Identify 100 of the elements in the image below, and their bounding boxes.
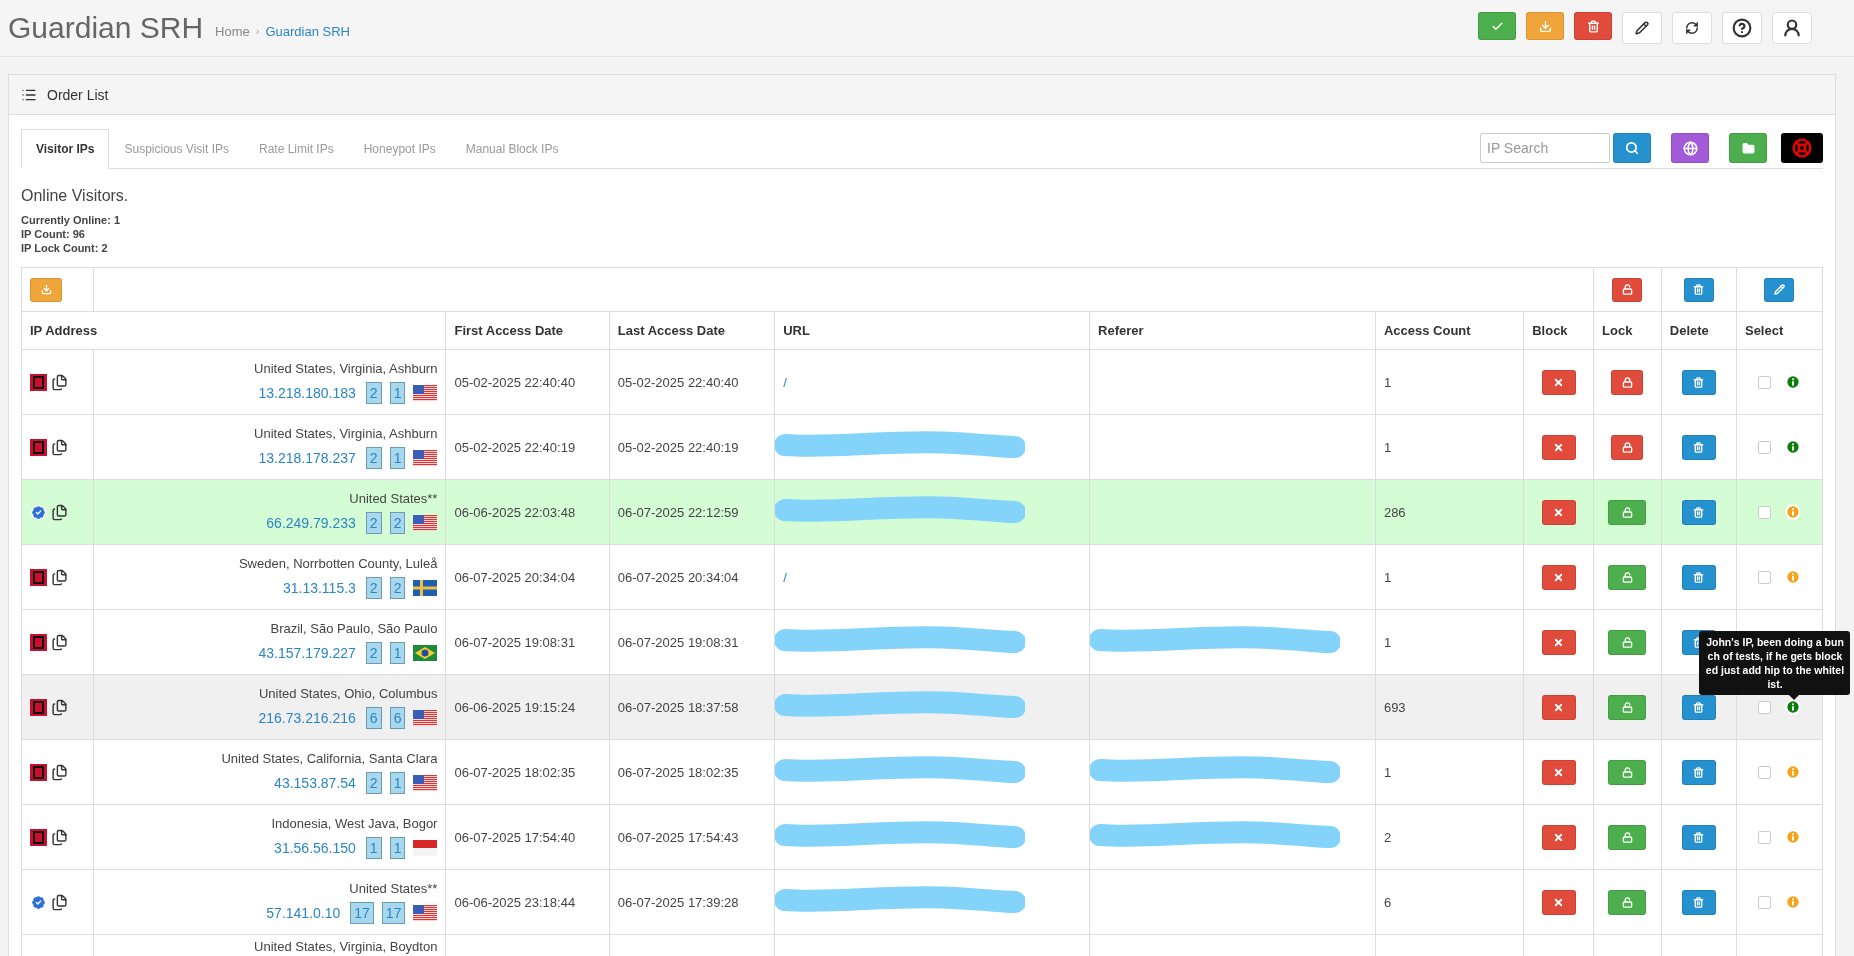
tab[interactable]: Visitor IPs — [21, 129, 110, 169]
select-checkbox[interactable] — [1758, 895, 1771, 909]
unlocked-button[interactable] — [1608, 759, 1647, 785]
x-icon — [1553, 636, 1565, 648]
column-header: Select — [1736, 311, 1823, 350]
folder-button[interactable] — [1729, 133, 1767, 163]
unlocked-button[interactable] — [1608, 564, 1647, 590]
copy-icon[interactable] — [51, 633, 68, 651]
unlock-all-button[interactable] — [1612, 277, 1643, 302]
table-cell: 06-07-2025 17:39:28 — [617, 894, 739, 910]
select-checkbox[interactable] — [1758, 505, 1771, 519]
unlocked-button[interactable] — [1608, 694, 1647, 720]
x-icon — [1553, 506, 1565, 518]
table-cell: 693 — [1383, 699, 1406, 715]
select-checkbox[interactable] — [1758, 765, 1771, 779]
blocked-icon — [30, 828, 47, 846]
table-cell: 286 — [1383, 504, 1406, 520]
block-button[interactable] — [1541, 564, 1576, 590]
select-checkbox[interactable] — [1758, 440, 1771, 454]
blocked-icon — [30, 698, 47, 716]
tab[interactable]: Rate Limit IPs — [244, 129, 349, 169]
block-button[interactable] — [1541, 369, 1576, 395]
block-button[interactable] — [1541, 499, 1576, 525]
column-header: Referer — [1089, 311, 1376, 350]
delete-selected-button[interactable] — [1683, 277, 1714, 302]
select-checkbox[interactable] — [1758, 570, 1771, 584]
ip-link[interactable]: 31.13.115.3 — [282, 579, 356, 596]
lock-icon — [1621, 441, 1633, 453]
block-button[interactable] — [1541, 889, 1576, 915]
table-cell: 06-07-2025 19:08:31 — [617, 634, 739, 650]
unlocked-button[interactable] — [1608, 824, 1647, 850]
unlocked-button[interactable] — [1608, 889, 1647, 915]
ip-link[interactable]: 43.157.179.227 — [258, 644, 356, 661]
locked-button[interactable] — [1611, 434, 1644, 460]
block-button[interactable] — [1541, 434, 1576, 460]
table-cell: 1 — [1383, 439, 1392, 455]
locked-button[interactable] — [1611, 369, 1644, 395]
tab[interactable]: Honeypot IPs — [348, 129, 451, 169]
check-button[interactable] — [1478, 12, 1516, 40]
table-cell: 06-06-2025 23:18:44 — [454, 894, 576, 910]
trash-icon — [1693, 766, 1705, 778]
url-link[interactable]: / — [783, 374, 787, 390]
unlocked-button[interactable] — [1608, 499, 1647, 525]
trash-icon — [1693, 284, 1705, 295]
copy-icon[interactable] — [51, 893, 68, 911]
download-button[interactable] — [1526, 12, 1564, 40]
unlocked-button[interactable] — [1608, 629, 1647, 655]
table-cell: 1 — [1383, 634, 1392, 650]
ip-link[interactable]: 31.56.56.150 — [274, 839, 356, 856]
ip-link[interactable]: 13.218.180.183 — [258, 384, 356, 401]
info-icon[interactable] — [1785, 439, 1801, 455]
copy-icon[interactable] — [51, 373, 68, 391]
info-icon[interactable] — [1785, 374, 1801, 390]
tab[interactable]: Suspicious Visit IPs — [109, 129, 244, 169]
globe-button[interactable] — [1671, 133, 1709, 163]
copy-icon[interactable] — [51, 438, 68, 456]
count-badge: 2 — [365, 511, 382, 534]
ip-link[interactable]: 43.153.87.54 — [274, 774, 356, 791]
ip-link[interactable]: 66.249.79.233 — [266, 514, 356, 531]
trash-button[interactable] — [1574, 12, 1612, 40]
table-cell: 06-07-2025 18:02:35 — [617, 764, 739, 780]
trash-icon — [1693, 896, 1705, 908]
ip-link[interactable]: 57.141.0.10 — [266, 904, 341, 921]
copy-icon[interactable] — [51, 698, 68, 716]
search-button[interactable] — [1613, 133, 1651, 163]
copy-icon[interactable] — [51, 763, 68, 781]
url-link[interactable]: / — [783, 569, 787, 585]
block-button[interactable] — [1541, 824, 1576, 850]
blocked-icon — [30, 633, 47, 651]
info-icon[interactable] — [1785, 699, 1801, 715]
block-button[interactable] — [1541, 694, 1576, 720]
breadcrumb-link[interactable]: Home — [215, 23, 250, 39]
ip-search-field[interactable]: IP Search — [1480, 133, 1610, 163]
section-heading: Online Visitors. — [21, 187, 130, 205]
lifebuoy-button[interactable] — [1781, 133, 1823, 163]
export-button[interactable] — [30, 277, 62, 302]
count-badge: 6 — [389, 706, 406, 729]
x-icon — [1553, 896, 1565, 908]
ip-link[interactable]: 13.218.178.237 — [258, 449, 356, 466]
copy-icon[interactable] — [51, 568, 68, 586]
column-header: Block — [1523, 311, 1594, 350]
refresh-button[interactable] — [1672, 12, 1712, 44]
help-button[interactable] — [1722, 12, 1762, 44]
edit-button[interactable] — [1764, 277, 1795, 302]
pencil-button[interactable] — [1622, 12, 1662, 44]
select-checkbox[interactable] — [1758, 830, 1771, 844]
breadcrumb-link[interactable]: Guardian SRH — [265, 23, 350, 39]
select-checkbox[interactable] — [1758, 375, 1771, 389]
select-checkbox[interactable] — [1758, 700, 1771, 714]
blocked-icon — [30, 763, 47, 781]
block-button[interactable] — [1541, 629, 1576, 655]
breadcrumb-separator: › — [255, 25, 260, 37]
copy-icon[interactable] — [51, 828, 68, 846]
tab[interactable]: Manual Block IPs — [450, 129, 574, 169]
table-cell: 6 — [1383, 894, 1392, 910]
copy-icon[interactable] — [51, 503, 68, 521]
block-button[interactable] — [1541, 759, 1576, 785]
ip-link[interactable]: 216.73.216.216 — [258, 709, 356, 726]
location-text: United States, Virginia, Boydton — [253, 939, 438, 954]
user-button[interactable] — [1772, 12, 1812, 44]
